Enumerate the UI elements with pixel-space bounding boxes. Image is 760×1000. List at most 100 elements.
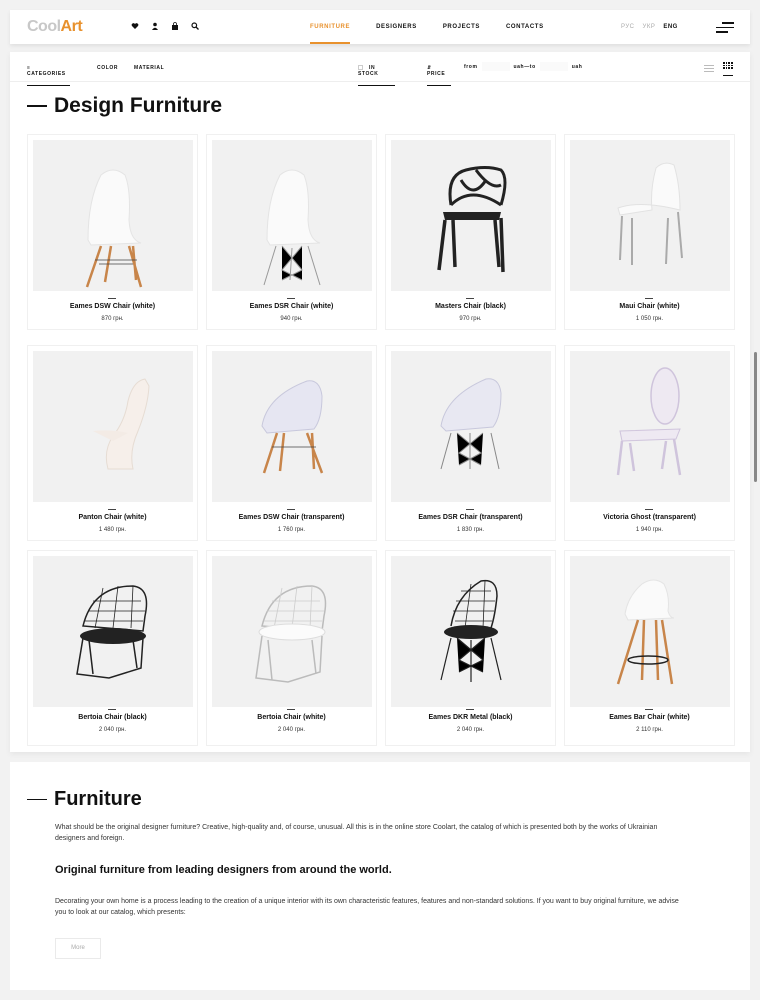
filter-categories-label: CATEGORIES bbox=[27, 71, 66, 77]
tick bbox=[108, 509, 116, 510]
title-dash bbox=[27, 798, 47, 801]
heart-icon[interactable] bbox=[131, 22, 139, 30]
product-name[interactable]: Victoria Ghost (transparent) bbox=[565, 514, 734, 521]
product-image bbox=[33, 351, 193, 502]
tick bbox=[645, 709, 653, 710]
search-icon[interactable] bbox=[191, 22, 199, 30]
tick bbox=[466, 509, 474, 510]
grid-view-icon[interactable] bbox=[723, 62, 733, 76]
more-button[interactable]: More bbox=[55, 938, 101, 959]
intro-paragraph: What should be the original designer fur… bbox=[55, 824, 658, 842]
price-to-input[interactable] bbox=[539, 62, 568, 71]
nav-contacts[interactable]: CONTACTS bbox=[506, 10, 544, 44]
product-name[interactable]: Bertoia Chair (black) bbox=[28, 714, 197, 721]
filter-price[interactable]: ⇵ PRICE bbox=[427, 65, 451, 86]
product-card[interactable]: Victoria Ghost (transparent) 1 940 грн. bbox=[564, 345, 735, 541]
section-title: Furniture bbox=[54, 788, 142, 810]
product-price: 1 940 грн. bbox=[635, 527, 664, 533]
product-price: 1 480 грн. bbox=[98, 527, 127, 533]
product-card[interactable]: Eames DSR Chair (transparent) 1 830 грн. bbox=[385, 345, 556, 541]
product-card[interactable]: Eames DKR Metal (black) 2 040 грн. bbox=[385, 550, 556, 746]
product-price: 1 050 грн. bbox=[635, 316, 664, 322]
tick bbox=[287, 709, 295, 710]
product-image bbox=[33, 556, 193, 707]
filter-material[interactable]: MATERIAL bbox=[134, 65, 164, 71]
product-name[interactable]: Eames DSR Chair (transparent) bbox=[386, 514, 555, 521]
tick bbox=[108, 709, 116, 710]
page-title: Design Furniture bbox=[54, 94, 223, 117]
product-card[interactable]: Bertoia Chair (black) 2 040 грн. bbox=[27, 550, 198, 746]
product-card[interactable]: Eames DSW Chair (transparent) 1 760 грн. bbox=[206, 345, 377, 541]
tick bbox=[645, 298, 653, 299]
product-image bbox=[570, 140, 730, 291]
price-from-label: from bbox=[464, 63, 478, 70]
product-name[interactable]: Maui Chair (white) bbox=[565, 303, 734, 310]
language-switcher: РУС УКР ENG bbox=[621, 24, 678, 30]
nav-furniture[interactable]: FURNITURE bbox=[310, 10, 351, 44]
product-card[interactable]: Eames Bar Chair (white) 2 110 грн. bbox=[564, 550, 735, 746]
product-name[interactable]: Bertoia Chair (white) bbox=[207, 714, 376, 721]
product-name[interactable]: Panton Chair (white) bbox=[28, 514, 197, 521]
price-mid-label: uah—to bbox=[513, 63, 536, 70]
list-view-icon[interactable] bbox=[704, 65, 714, 74]
product-card[interactable]: Maui Chair (white) 1 050 грн. bbox=[564, 134, 735, 330]
tick bbox=[466, 298, 474, 299]
in-stock-checkbox[interactable] bbox=[358, 65, 363, 70]
section-subtitle: Original furniture from leading designer… bbox=[55, 864, 392, 876]
menu-icon[interactable] bbox=[716, 22, 734, 36]
product-image bbox=[391, 556, 551, 707]
product-price: 2 110 грн. bbox=[636, 727, 663, 733]
price-label: PRICE bbox=[427, 71, 446, 77]
nav-projects[interactable]: PROJECTS bbox=[443, 10, 480, 44]
title-dash bbox=[27, 105, 47, 107]
product-card[interactable]: Panton Chair (white) 1 480 грн. bbox=[27, 345, 198, 541]
bag-icon[interactable] bbox=[171, 22, 179, 30]
product-image bbox=[570, 556, 730, 707]
catalog-title: Design Furniture bbox=[27, 94, 222, 118]
seo-text-section: Furniture What should be the original de… bbox=[10, 762, 750, 990]
product-price: 2 040 грн. bbox=[98, 727, 127, 733]
body-paragraph: Decorating your own home is a process le… bbox=[55, 898, 679, 916]
logo-part-art: Art bbox=[60, 18, 83, 35]
nav-designers[interactable]: DESIGNERS bbox=[376, 10, 417, 44]
tick bbox=[287, 509, 295, 510]
lang-uk[interactable]: УКР bbox=[643, 24, 656, 30]
site-header: CoolArt FURNITURE DESIGNERS PROJECTS CON… bbox=[10, 10, 750, 44]
lang-ru[interactable]: РУС bbox=[621, 24, 635, 30]
product-name[interactable]: Masters Chair (black) bbox=[386, 303, 555, 310]
product-card[interactable]: Eames DSW Chair (white) 870 грн. bbox=[27, 134, 198, 330]
product-image bbox=[33, 140, 193, 291]
product-card[interactable]: Masters Chair (black) 970 грн. bbox=[385, 134, 556, 330]
filter-categories[interactable]: ≡ CATEGORIES bbox=[27, 65, 70, 86]
filter-in-stock[interactable]: IN STOCK bbox=[358, 65, 395, 86]
catalog-panel: ≡ CATEGORIES COLOR MATERIAL IN STOCK ⇵ P… bbox=[10, 52, 750, 752]
product-name[interactable]: Eames Bar Chair (white) bbox=[565, 714, 734, 721]
filter-bar: ≡ CATEGORIES COLOR MATERIAL IN STOCK ⇵ P… bbox=[10, 52, 750, 86]
product-name[interactable]: Eames DSW Chair (transparent) bbox=[207, 514, 376, 521]
product-name[interactable]: Eames DKR Metal (black) bbox=[386, 714, 555, 721]
header-icons bbox=[131, 22, 199, 30]
filter-color[interactable]: COLOR bbox=[97, 65, 118, 71]
product-image bbox=[570, 351, 730, 502]
product-image bbox=[212, 140, 372, 291]
furniture-heading: Furniture bbox=[27, 788, 142, 811]
price-to-label: uah bbox=[571, 63, 583, 70]
price-from-input[interactable] bbox=[481, 62, 510, 71]
product-name[interactable]: Eames DSR Chair (white) bbox=[207, 303, 376, 310]
product-price: 2 040 грн. bbox=[456, 727, 485, 733]
user-icon[interactable] bbox=[151, 22, 159, 30]
product-price: 1 830 грн. bbox=[456, 527, 485, 533]
product-image bbox=[212, 556, 372, 707]
product-card[interactable]: Bertoia Chair (white) 2 040 грн. bbox=[206, 550, 377, 746]
product-image bbox=[391, 351, 551, 502]
product-price: 940 грн. bbox=[280, 316, 303, 322]
product-price: 1 760 грн. bbox=[277, 527, 306, 533]
logo[interactable]: CoolArt bbox=[27, 18, 83, 36]
scrollbar[interactable] bbox=[754, 352, 757, 482]
product-price: 2 040 грн. bbox=[277, 727, 306, 733]
product-card[interactable]: Eames DSR Chair (white) 940 грн. bbox=[206, 134, 377, 330]
product-name[interactable]: Eames DSW Chair (white) bbox=[28, 303, 197, 310]
product-price: 970 грн. bbox=[459, 316, 482, 322]
lang-en[interactable]: ENG bbox=[663, 24, 678, 30]
product-image bbox=[391, 140, 551, 291]
